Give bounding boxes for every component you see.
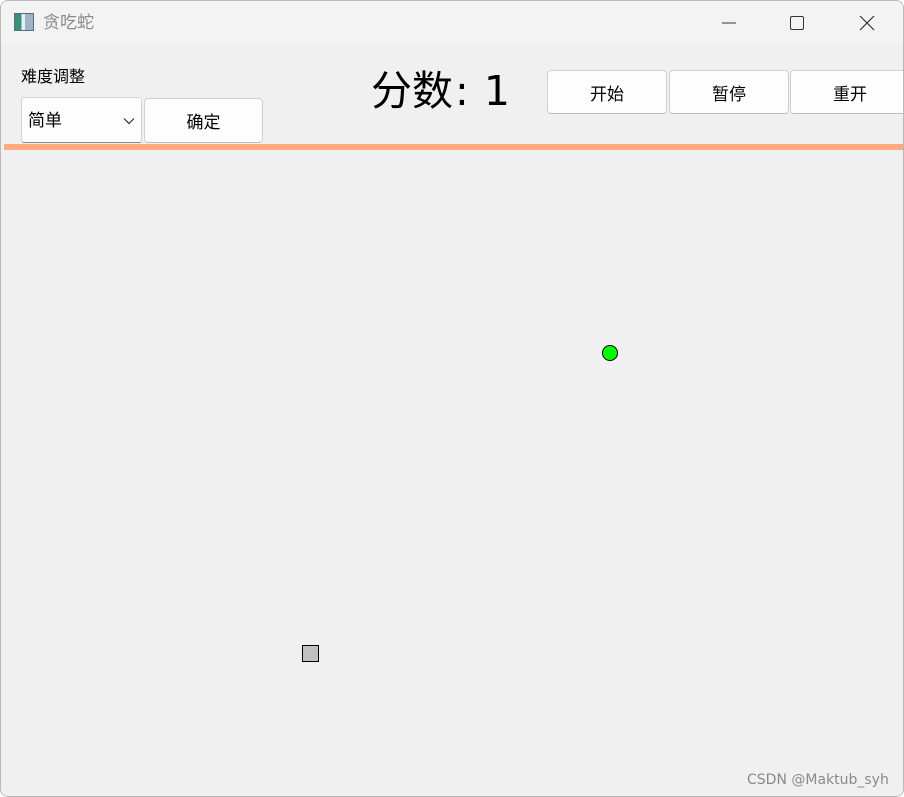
minimize-icon xyxy=(722,22,736,24)
game-window: 贪吃蛇 难度调整 简单 确定 分数: 1 开始 暂停 重开 CSDN @Makt… xyxy=(0,0,904,797)
score-label: 分数 xyxy=(371,67,453,115)
chevron-down-icon xyxy=(123,118,135,125)
difficulty-selected-value: 简单 xyxy=(28,111,62,131)
close-button[interactable] xyxy=(833,1,901,45)
difficulty-label: 难度调整 xyxy=(21,67,86,86)
food-dot xyxy=(602,345,618,361)
confirm-button[interactable]: 确定 xyxy=(144,98,263,143)
game-content: 难度调整 简单 确定 分数: 1 开始 暂停 重开 CSDN @Maktub_s… xyxy=(1,45,903,796)
difficulty-select[interactable]: 简单 xyxy=(21,97,142,143)
window-title: 贪吃蛇 xyxy=(43,13,94,33)
score-separator: : xyxy=(455,67,469,115)
close-icon xyxy=(859,15,875,31)
app-icon xyxy=(14,13,34,31)
maximize-icon xyxy=(790,16,804,30)
watermark: CSDN @Maktub_syh xyxy=(747,772,889,788)
title-bar[interactable]: 贪吃蛇 xyxy=(1,1,903,45)
pause-button[interactable]: 暂停 xyxy=(669,70,789,114)
score-display: 分数: 1 xyxy=(371,65,510,117)
board-divider xyxy=(4,144,903,150)
maximize-button[interactable] xyxy=(763,1,831,45)
start-button[interactable]: 开始 xyxy=(547,70,667,114)
snake-head xyxy=(302,645,319,662)
minimize-button[interactable] xyxy=(695,1,763,45)
score-value: 1 xyxy=(483,67,510,115)
restart-button[interactable]: 重开 xyxy=(790,70,903,114)
